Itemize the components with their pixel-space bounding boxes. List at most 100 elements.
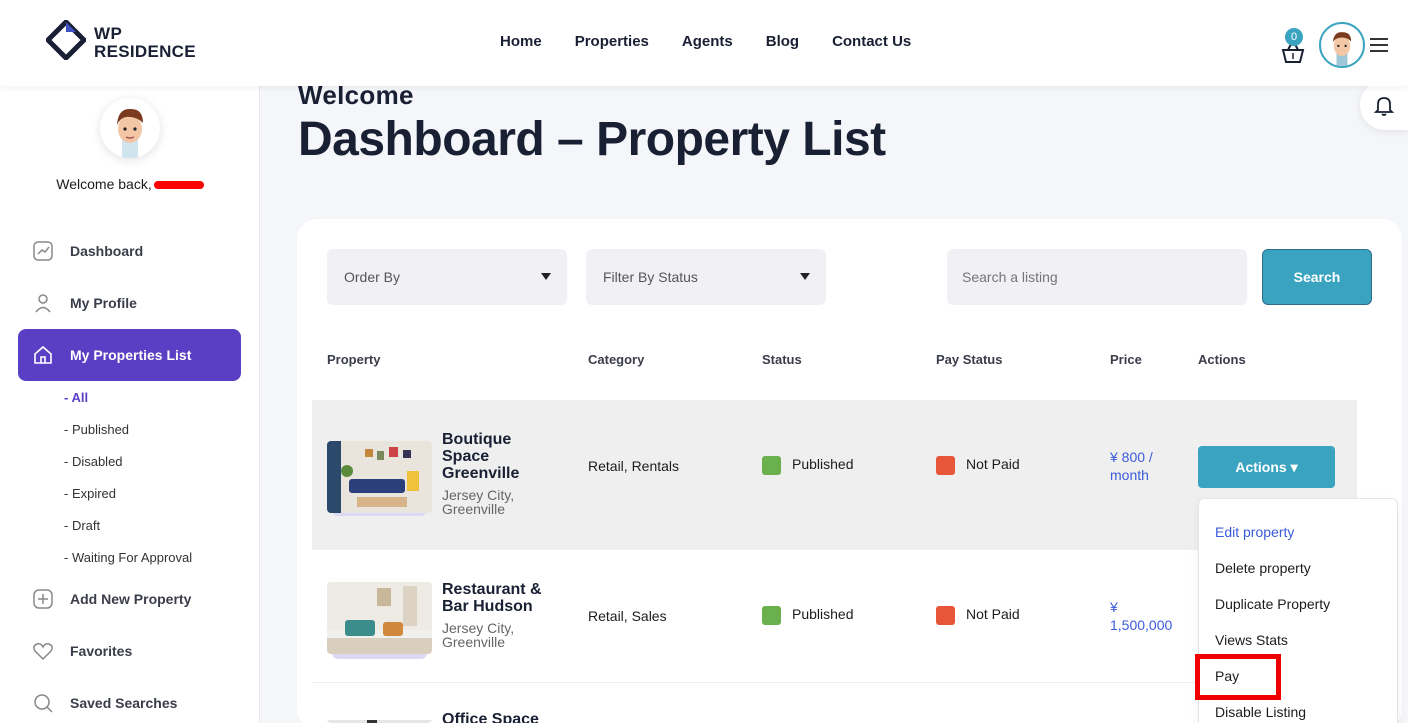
price-line: 1,500,000: [1110, 617, 1173, 633]
price-cell: ¥ 800 / month: [1110, 448, 1153, 484]
category-cell: Retail, Sales: [588, 608, 667, 624]
sidebar-item-label: Favorites: [70, 643, 133, 659]
avatar-face-icon: [1332, 32, 1352, 66]
heart-icon: [33, 643, 53, 661]
home-icon: [34, 345, 52, 364]
sidebar-item-label: Dashboard: [70, 243, 144, 259]
site-header: WP RESIDENCE Home Properties Agents Blog…: [0, 0, 1408, 86]
restaurant-image: [327, 582, 432, 654]
dropdown-arrow-icon: [800, 273, 810, 280]
search-icon: [34, 694, 53, 713]
price-line: month: [1110, 467, 1149, 483]
price-line: ¥: [1110, 599, 1118, 615]
column-header-status: Status: [762, 352, 802, 367]
welcome-back-label: Welcome back,: [56, 176, 152, 192]
search-listing-input[interactable]: [947, 249, 1247, 305]
order-by-select[interactable]: Order By: [327, 249, 567, 305]
delete-property-option[interactable]: Delete property: [1215, 560, 1311, 576]
title-line: Restaurant &: [442, 581, 542, 598]
price-cell: ¥ 1,500,000: [1110, 598, 1172, 634]
filter-status-select[interactable]: Filter By Status: [586, 249, 826, 305]
edit-property-option[interactable]: Edit property: [1215, 524, 1294, 540]
subitem-draft[interactable]: - Draft: [64, 518, 100, 533]
location-line: Greenville: [442, 634, 506, 650]
user-icon: [35, 294, 51, 313]
living-room-image: [327, 441, 432, 513]
plus-icon: [33, 589, 53, 609]
status-cell: Published: [762, 456, 854, 475]
sidebar-item-favorites[interactable]: Favorites: [18, 625, 241, 677]
column-header-property: Property: [327, 352, 381, 367]
nav-properties[interactable]: Properties: [575, 33, 649, 50]
sidebar-avatar: [100, 98, 160, 158]
actions-button[interactable]: Actions ▾: [1198, 446, 1335, 488]
title-line: Office Space: [442, 711, 539, 723]
nav-contact[interactable]: Contact Us: [832, 33, 911, 50]
logo-text-top: WP: [94, 24, 123, 43]
status-cell: Published: [762, 606, 854, 625]
category-cell: Retail, Rentals: [588, 458, 680, 474]
nav-agents[interactable]: Agents: [682, 33, 733, 50]
chart-icon: [33, 241, 53, 261]
filter-status-label: Filter By Status: [603, 269, 698, 285]
sidebar-item-my-profile[interactable]: My Profile: [18, 277, 241, 329]
status-label: Published: [792, 606, 854, 623]
location-line: Jersey City,: [442, 620, 515, 636]
hamburger-menu-icon[interactable]: [1370, 38, 1388, 52]
pay-status-cell: Not Paid: [936, 606, 1020, 625]
status-label: Published: [792, 456, 854, 473]
title-line: Bar Hudson: [442, 598, 533, 615]
subitem-expired[interactable]: - Expired: [64, 486, 116, 501]
status-published-indicator: [762, 456, 781, 475]
dropdown-arrow-icon: [541, 273, 551, 280]
sidebar-item-label: My Properties List: [70, 347, 192, 363]
title-line: Greenville: [442, 465, 520, 482]
duplicate-property-option[interactable]: Duplicate Property: [1215, 596, 1330, 612]
nav-blog[interactable]: Blog: [766, 33, 799, 50]
logo-text-bottom: RESIDENCE: [94, 42, 196, 61]
order-by-label: Order By: [344, 269, 401, 285]
sidebar-item-label: Saved Searches: [70, 695, 178, 711]
cart-count-badge: 0: [1285, 28, 1303, 46]
subitem-disabled[interactable]: - Disabled: [64, 454, 123, 469]
sidebar-item-add-new-property[interactable]: Add New Property: [18, 573, 241, 625]
property-title[interactable]: Restaurant & Bar Hudson: [442, 581, 542, 615]
user-avatar[interactable]: [1319, 22, 1365, 68]
welcome-back-text: Welcome back,: [0, 176, 260, 192]
sidebar: Welcome back, Dashboard My Profile My Pr…: [0, 86, 260, 723]
avatar-face-icon: [117, 108, 143, 158]
property-title[interactable]: Office Space: [442, 711, 539, 723]
disable-listing-option[interactable]: Disable Listing: [1215, 704, 1306, 720]
property-thumbnail[interactable]: [327, 582, 432, 654]
subitem-waiting-approval[interactable]: - Waiting For Approval: [64, 550, 192, 565]
pay-status-label: Not Paid: [966, 606, 1020, 623]
sidebar-item-label: Add New Property: [70, 591, 192, 607]
price-line: ¥ 800 /: [1110, 449, 1153, 465]
pay-status-not-paid-indicator: [936, 456, 955, 475]
main-nav: Home Properties Agents Blog Contact Us: [500, 33, 911, 50]
logo[interactable]: WP RESIDENCE: [44, 18, 214, 66]
sidebar-item-my-properties-list[interactable]: My Properties List: [18, 329, 241, 381]
column-header-actions: Actions: [1198, 352, 1246, 367]
sidebar-item-saved-searches[interactable]: Saved Searches: [18, 677, 241, 723]
sidebar-item-dashboard[interactable]: Dashboard: [18, 225, 241, 277]
property-thumbnail[interactable]: [327, 715, 432, 723]
property-title[interactable]: Boutique Space Greenville: [442, 431, 519, 482]
nav-home[interactable]: Home: [500, 33, 542, 50]
notifications-button[interactable]: [1360, 80, 1408, 130]
subitem-all[interactable]: - All: [64, 390, 88, 405]
search-button[interactable]: Search: [1262, 249, 1372, 305]
title-line: Boutique: [442, 431, 512, 448]
views-stats-option[interactable]: Views Stats: [1215, 632, 1288, 648]
property-location: Jersey City, Greenville: [442, 621, 514, 649]
property-thumbnail[interactable]: [327, 441, 432, 513]
subitem-published[interactable]: - Published: [64, 422, 129, 437]
column-header-category: Category: [588, 352, 645, 367]
property-location: Jersey City, Greenville: [442, 488, 514, 516]
pay-status-not-paid-indicator: [936, 606, 955, 625]
bell-icon: [1373, 97, 1395, 116]
pay-highlight-box: [1195, 654, 1281, 700]
pay-status-cell: Not Paid: [936, 456, 1020, 475]
logo-diamond-icon: [46, 20, 86, 60]
column-header-pay-status: Pay Status: [936, 352, 1003, 367]
